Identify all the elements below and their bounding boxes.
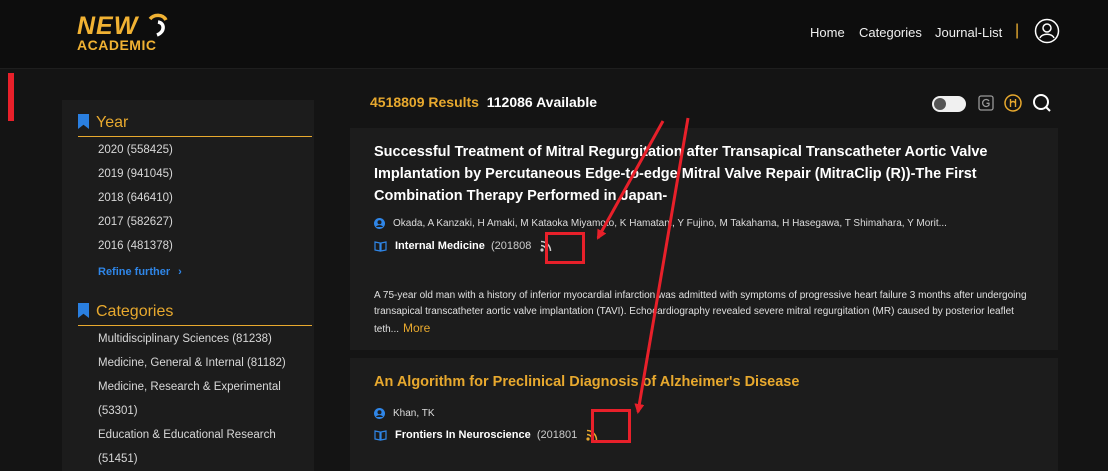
arrow-to-rss-1: [596, 120, 665, 240]
arrow-to-rss-2: [634, 117, 690, 414]
annotation-arrows: [596, 117, 690, 414]
